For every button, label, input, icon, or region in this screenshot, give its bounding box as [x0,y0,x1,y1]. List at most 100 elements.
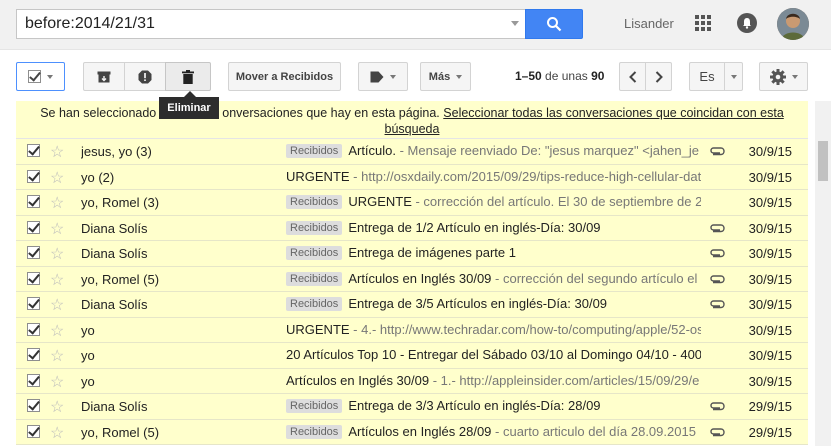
row-checkbox[interactable] [27,322,40,336]
subject: URGENTE [286,168,350,184]
subject-area: Artículos en Inglés 30/09 - 1.- http://a… [286,373,701,388]
row-checkbox[interactable] [27,399,40,412]
move-to-inbox-label: Mover a Recibidos [235,70,334,83]
star-icon[interactable]: ☆ [50,423,64,443]
search-button[interactable] [525,9,583,39]
search-box[interactable] [16,9,526,39]
row-checkbox[interactable] [27,348,40,361]
row-checkbox[interactable] [27,271,40,285]
row-checkbox[interactable] [27,297,40,310]
subject: URGENTE [286,321,350,337]
label-chip[interactable]: Recibidos [286,246,343,260]
label-chip[interactable]: Recibidos [286,399,343,413]
label-chip[interactable]: Recibidos [286,144,343,158]
message-list: ☆ jesus, yo (3) Recibidos Artículo. - Mensa… [16,139,808,445]
star-icon[interactable]: ☆ [50,142,64,162]
label-chip[interactable]: Recibidos [286,424,343,439]
input-tools-dropdown[interactable] [724,62,743,91]
chevron-down-icon [791,74,798,79]
table-row[interactable]: ☆ yo, Romel (5) Recibidos Artículos en Ingl… [16,419,808,445]
snippet: - 4.- http://www.techradar.com/how-to/co… [349,321,701,337]
input-tools-button[interactable]: Es [689,62,725,91]
table-row[interactable]: ☆ Diana Solís Recibidos Entrega de 3/5 Artí… [16,292,808,318]
subject: Entrega de 1/2 Artículo en inglés-Día: 3… [348,219,601,235]
snippet: - cuarto articulo del día 28.09.2015 [491,423,696,439]
sender: Diana Solís [81,399,148,414]
table-row[interactable]: ☆ yo, Romel (5) Recibidos Artículos en Ingl… [16,266,808,292]
archive-button[interactable] [83,62,125,91]
star-icon[interactable]: ☆ [50,295,64,315]
move-to-inbox-button[interactable]: Mover a Recibidos [228,62,341,91]
search-options-caret-icon[interactable] [511,21,519,26]
archive-icon [97,71,111,82]
more-actions-dropdown[interactable]: Más [420,62,471,91]
subject-area: Recibidos URGENTE - corrección del artícu… [286,194,701,209]
star-icon[interactable]: ☆ [50,346,64,366]
sender: Diana Solís [81,220,148,236]
subject-area: Recibidos Artículos en Inglés 30/09 - cor… [286,271,701,286]
row-checkbox[interactable] [27,169,40,183]
row-checkbox[interactable] [27,220,40,234]
select-all-dropdown[interactable] [16,62,65,91]
star-icon[interactable]: ☆ [50,397,64,417]
table-row[interactable]: ☆ Diana Solís Recibidos Entrega de 3/3 Artí… [16,394,808,420]
row-checkbox[interactable] [27,424,40,438]
top-bar: Lisander [0,0,831,50]
star-icon[interactable]: ☆ [50,244,64,264]
subject-area: Recibidos Entrega de 3/3 Artículo en ingl… [286,398,701,413]
newer-page-button[interactable] [619,62,646,91]
user-name[interactable]: Lisander [624,16,674,31]
older-page-button[interactable] [645,62,672,91]
subject: Artículos en Inglés 30/09 [348,270,492,286]
delete-button[interactable] [165,62,211,91]
label-chip[interactable]: Recibidos [286,195,343,209]
date: 30/9/15 [748,246,792,261]
subject-area: URGENTE - 4.- http://www.techradar.com/h… [286,322,701,337]
date: 30/9/15 [748,348,792,363]
table-row[interactable]: ☆ yo, Romel (3) Recibidos URGENTE - correcc… [16,190,808,216]
labels-dropdown[interactable] [358,62,408,91]
scrollbar-thumb[interactable] [818,141,828,181]
star-icon[interactable]: ☆ [50,270,64,290]
scrollbar[interactable] [815,101,831,446]
snippet: - corrección del artículo. El 30 de sept… [411,194,701,209]
sender: yo, Romel (3) [81,195,160,210]
subject-area: Recibidos Entrega de 3/5 Artículos en ing… [286,296,701,311]
label-chip[interactable]: Recibidos [286,271,343,286]
report-spam-button[interactable] [124,62,166,91]
star-icon[interactable]: ☆ [50,372,64,392]
row-checkbox[interactable] [27,373,40,387]
table-row[interactable]: ☆ yo URGENTE - 4.- http://www.techradar.co… [16,317,808,343]
subject: Entrega de 3/3 Artículo en inglés-Día: 2… [348,398,601,413]
date: 30/9/15 [748,373,792,389]
chevron-down-icon [390,74,396,79]
label-chip[interactable]: Recibidos [286,297,343,311]
subject: Entrega de 3/5 Artículos en inglés-Día: … [348,296,608,311]
table-row[interactable]: ☆ jesus, yo (3) Recibidos Artículo. - Mensa… [16,139,808,165]
avatar[interactable] [777,8,809,40]
star-icon[interactable]: ☆ [50,219,64,239]
row-checkbox[interactable] [27,246,40,259]
gear-icon [769,68,786,85]
star-icon[interactable]: ☆ [50,321,64,341]
settings-dropdown[interactable] [759,62,808,91]
attachment-icon [709,399,725,414]
star-icon[interactable]: ☆ [50,168,64,188]
select-all-matching-link[interactable]: Seleccionar todas las conversaciones que… [385,106,784,136]
sender: yo [81,348,95,363]
row-checkbox[interactable] [27,144,40,157]
table-row[interactable]: ☆ Diana Solís Recibidos Entrega de 1/2 Artí… [16,215,808,241]
row-checkbox[interactable] [27,195,40,208]
table-row[interactable]: ☆ yo 20 Artículos Top 10 - Entregar del Sá… [16,343,808,369]
apps-grid-icon[interactable] [695,15,711,31]
sender: jesus, yo (3) [81,144,152,159]
star-icon[interactable]: ☆ [50,193,64,213]
label-chip[interactable]: Recibidos [286,220,343,235]
banner-text-before: Se han seleccionado [40,106,157,120]
search-input[interactable] [17,10,507,38]
subject-area: 20 Artículos Top 10 - Entregar del Sábad… [286,347,701,362]
notifications-bell-icon[interactable] [737,13,757,33]
table-row[interactable]: ☆ Diana Solís Recibidos Entrega de imágenes… [16,241,808,267]
table-row[interactable]: ☆ yo Artículos en Inglés 30/09 - 1.- http:… [16,368,808,394]
table-row[interactable]: ☆ yo (2) URGENTE - http://osxdaily.com/201… [16,164,808,190]
